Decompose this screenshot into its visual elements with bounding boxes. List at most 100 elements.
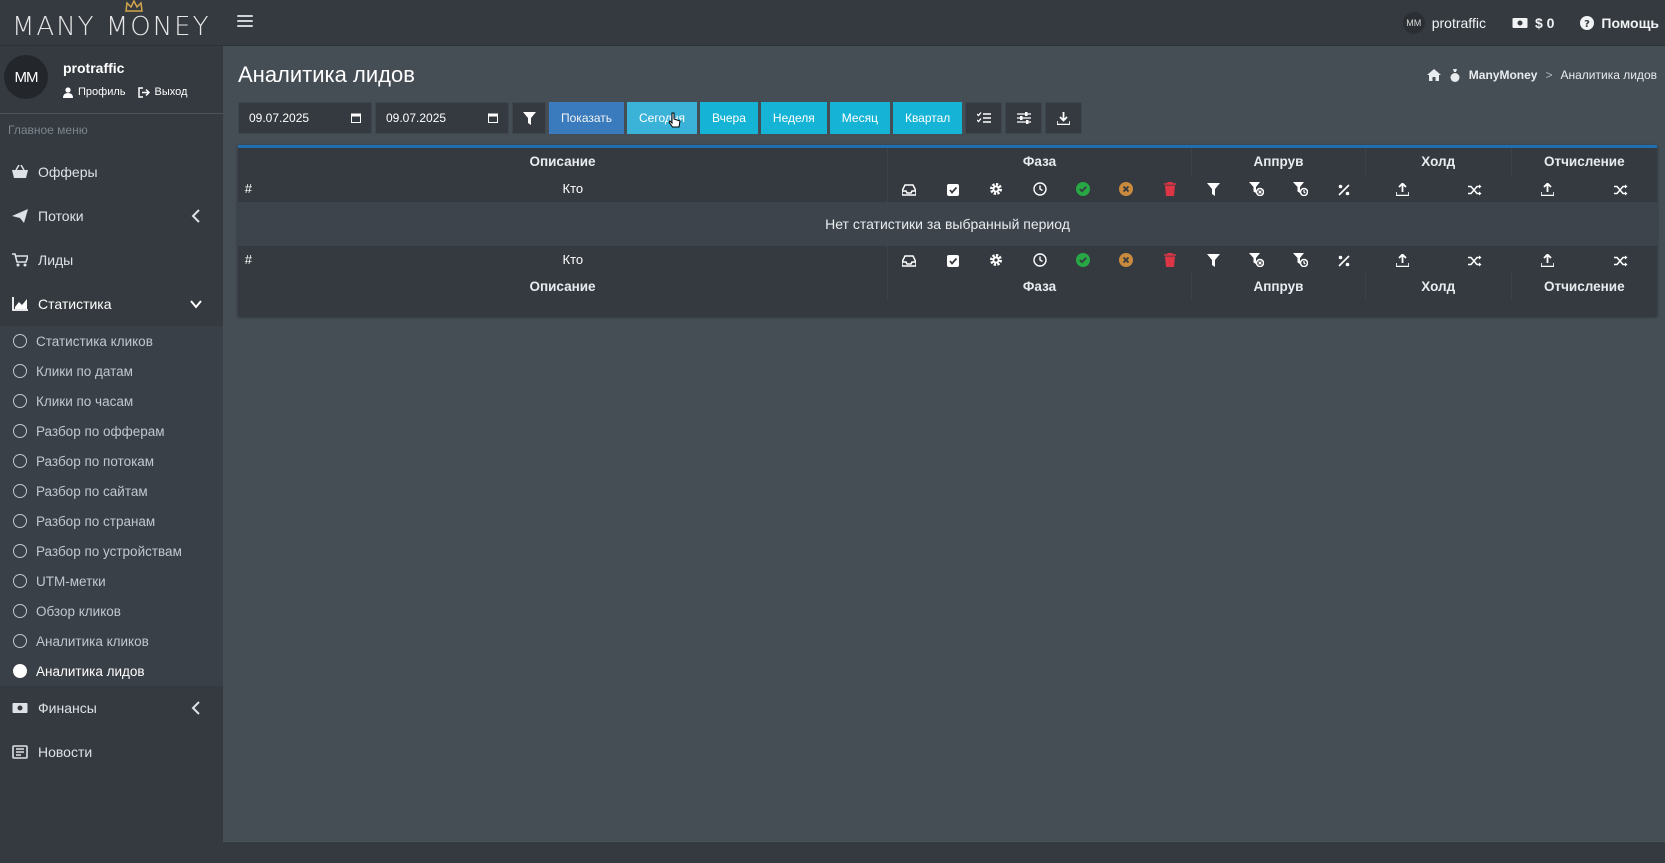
sidebar-item-label: Офферы [38,164,98,180]
sidebar-subitem[interactable]: Аналитика кликов [0,626,223,656]
inbox-icon [902,254,917,267]
logout-link[interactable]: Выход [137,86,187,98]
today-button[interactable]: Сегодня [627,102,698,134]
col-approve-percent[interactable] [1322,246,1365,273]
sidebar-subitem[interactable]: Разбор по устройствам [0,536,223,566]
circle-icon [13,394,27,408]
col-deduction-random[interactable] [1585,246,1657,273]
col-who[interactable]: Кто [258,246,888,273]
balance[interactable]: $ 0 [1512,15,1554,31]
sidebar-item-finance[interactable]: Финансы [0,686,223,730]
table-group-header: Описание Фаза Аппрув Холд Отчисление [238,148,1657,175]
col-trash[interactable] [1148,246,1191,273]
col-approved[interactable] [1061,246,1104,273]
col-inbox[interactable] [887,175,930,202]
sidebar-menu: Офферы Потоки Лиды Статистика Статистика… [0,150,223,774]
circle-icon [13,484,27,498]
help-link[interactable]: ? Помощь [1580,15,1659,31]
settings-sliders-button[interactable] [1005,102,1043,134]
calendar-icon[interactable] [488,113,498,123]
col-approve-filter-clock[interactable] [1278,246,1321,273]
date-from-input[interactable]: 09.07.2025 [238,102,372,134]
col-deduction-upload[interactable] [1511,175,1584,202]
sidebar-item-news[interactable]: Новости [0,730,223,774]
list-check-icon [976,112,991,123]
filter-clock-icon [1292,253,1308,268]
col-pending[interactable] [1018,246,1061,273]
sidebar-item-leads[interactable]: Лиды [0,238,223,282]
col-pending[interactable] [1018,175,1061,202]
columns-button[interactable] [965,102,1003,134]
trash-icon [1163,182,1176,197]
col-hold-upload[interactable] [1365,175,1438,202]
group-hold: Холд [1365,273,1512,300]
sidebar-item-offers[interactable]: Офферы [0,150,223,194]
breadcrumb-separator: > [1545,68,1553,82]
sidebar-subitem[interactable]: Обзор кликов [0,596,223,626]
col-hash[interactable]: # [238,246,259,273]
col-approve-percent[interactable] [1322,175,1365,202]
sidebar-subitem[interactable]: Разбор по потокам [0,446,223,476]
sidebar-toggle-icon[interactable] [237,12,253,32]
col-hold-upload[interactable] [1365,246,1438,273]
week-button[interactable]: Неделя [760,102,827,134]
col-hold-random[interactable] [1439,175,1511,202]
col-deduction-random[interactable] [1585,175,1657,202]
col-approve-filter-clock[interactable] [1278,175,1321,202]
filter-icon [1206,183,1220,197]
profile-link[interactable]: Профиль [63,86,126,98]
col-check[interactable] [931,175,974,202]
logo[interactable]: MANY MONEY [12,0,222,42]
sidebar-subitem[interactable]: Статистика кликов [0,326,223,356]
home-icon[interactable] [1426,69,1441,81]
check-square-icon [946,254,959,267]
download-button[interactable] [1045,102,1083,134]
calendar-icon[interactable] [351,113,361,123]
yesterday-button[interactable]: Вчера [700,102,758,134]
sidebar-username: protraffic [63,60,125,76]
check-square-icon [946,183,959,196]
upload-icon [1541,254,1555,268]
col-approved[interactable] [1061,175,1104,202]
show-button[interactable]: Показать [549,102,625,134]
col-approve-filter[interactable] [1192,246,1235,273]
breadcrumb-home[interactable]: ManyMoney [1469,68,1538,82]
sidebar-subitem[interactable]: Разбор по странам [0,506,223,536]
col-rejected[interactable] [1105,175,1148,202]
user-menu[interactable]: MM protraffic [1402,12,1486,34]
sidebar-subitem[interactable]: Разбор по офферам [0,416,223,446]
sidebar-subitem[interactable]: UTM-метки [0,566,223,596]
avatar: MM [1402,12,1425,34]
col-hash[interactable]: # [238,175,259,202]
col-check[interactable] [931,246,974,273]
month-button[interactable]: Месяц [829,102,890,134]
balance-value: $ 0 [1534,15,1555,31]
basket-icon [11,164,29,180]
filter-button[interactable] [512,102,546,134]
sidebar-item-label: Разбор по устройствам [36,543,182,559]
sidebar-subitem[interactable]: Клики по датам [0,356,223,386]
col-approve-filter-x[interactable] [1235,246,1278,273]
col-hold-random[interactable] [1439,246,1511,273]
sidebar-item-flows[interactable]: Потоки [0,194,223,238]
col-approve-filter-x[interactable] [1235,175,1278,202]
filter-times-icon [1249,253,1265,268]
sidebar-item-label: Клики по часам [36,393,134,409]
sidebar-subitem[interactable]: Разбор по сайтам [0,476,223,506]
menu-header: Главное меню [8,123,88,137]
col-inbox[interactable] [887,246,930,273]
date-to-input[interactable]: 09.07.2025 [375,102,509,134]
col-trash[interactable] [1148,175,1191,202]
sidebar-subitem-active[interactable]: Аналитика лидов [0,656,223,686]
col-deduction-upload[interactable] [1511,246,1584,273]
col-processing[interactable] [974,246,1017,273]
sidebar-subitem[interactable]: Клики по часам [0,386,223,416]
chevron-down-icon [190,300,202,309]
sidebar-item-statistics[interactable]: Статистика [0,282,223,326]
col-processing[interactable] [974,175,1017,202]
col-rejected[interactable] [1105,246,1148,273]
col-approve-filter[interactable] [1192,175,1235,202]
col-who[interactable]: Кто [258,175,888,202]
quarter-button[interactable]: Квартал [892,102,963,134]
group-description: Описание [238,148,888,175]
